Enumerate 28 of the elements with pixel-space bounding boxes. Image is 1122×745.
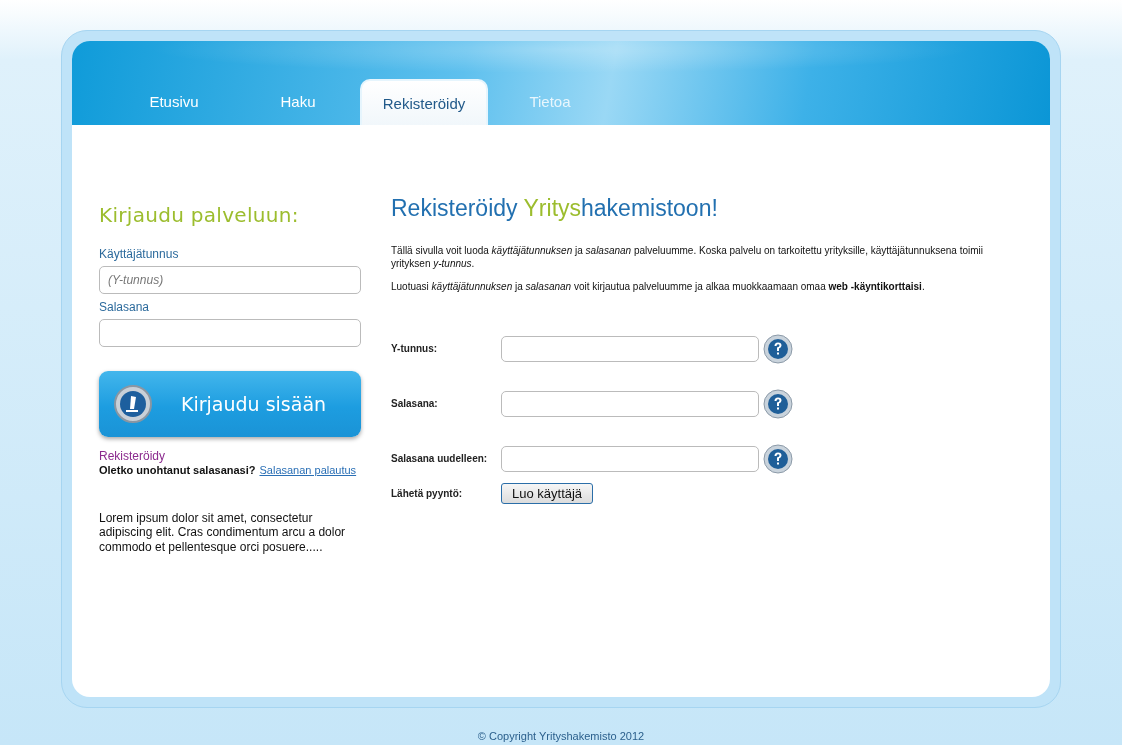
- register-link[interactable]: Rekisteröidy: [99, 449, 361, 463]
- page-heading: Rekisteröidy Yrityshakemistoon!: [391, 195, 719, 222]
- nav-tab[interactable]: Etusivu: [112, 79, 236, 123]
- intro-text: Luotuasi käyttäjätunnuksen ja salasanan voit kirjautua palveluumme ja alkaa muokkaamaan omaa web -käyntikorttaisi.: [391, 280, 926, 293]
- nav-tab[interactable]: Rekisteröidy: [360, 79, 488, 125]
- field-label: Salasana uudelleen:: [391, 453, 489, 464]
- field-label: Y-tunnus:: [391, 343, 439, 354]
- help-icon[interactable]: [763, 443, 793, 474]
- field-label: Käyttäjätunnus: [99, 247, 180, 261]
- field-label: Lähetä pyyntö:: [391, 487, 464, 499]
- input-field[interactable]: [501, 445, 759, 472]
- lorem-text: Lorem ipsum dolor sit amet, consectetur adipiscing elit. Cras condimentum arcu a dolor commodo et pellentesque orci posuere.....: [99, 511, 347, 555]
- field-label: Salasana: [99, 300, 151, 314]
- field-label: Salasana:: [391, 398, 439, 409]
- copyright-text: © Copyright Yrityshakemisto 2012: [477, 730, 645, 742]
- intro-text: Tällä sivulla voit luoda käyttäjätunnuksen ja salasanan palveluumme. Koska palvelu on tarkoitettu yrityksille, käyttäjätunnuksena toimii yrityksen y-tunnus.: [391, 244, 984, 270]
- help-icon[interactable]: [763, 388, 793, 419]
- input-field[interactable]: [501, 390, 759, 417]
- help-icon[interactable]: [763, 333, 793, 364]
- password-field[interactable]: [99, 319, 361, 347]
- input-field[interactable]: [501, 335, 759, 362]
- login-heading: Kirjaudu palveluun:: [99, 203, 300, 227]
- create-user-button[interactable]: Luo käyttäjä: [501, 482, 594, 504]
- username-field[interactable]: (Y-tunnus): [99, 266, 361, 294]
- password-reset-link[interactable]: Salasanan palautus: [259, 464, 357, 476]
- forgot-text: Oletko unohtanut salasanasi?: [99, 464, 256, 476]
- pen-icon: [113, 384, 153, 424]
- login-button[interactable]: Kirjaudu sisään: [99, 371, 361, 437]
